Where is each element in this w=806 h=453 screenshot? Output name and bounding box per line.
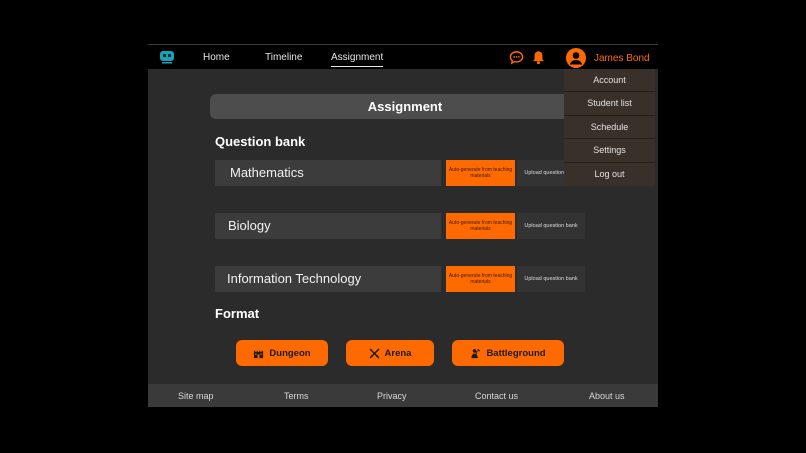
page-title: Assignment: [210, 94, 600, 119]
footer-terms[interactable]: Terms: [284, 391, 309, 401]
subject-row: Information Technology Auto-generate fro…: [215, 266, 585, 292]
footer: Site map Terms Privacy Contact us About …: [148, 384, 658, 407]
upload-question-bank-button[interactable]: Upload question bank: [517, 213, 585, 239]
question-bank-heading: Question bank: [215, 134, 306, 149]
subject-row: Mathematics Auto-generate from teaching …: [215, 160, 585, 186]
arena-button[interactable]: Arena: [346, 340, 434, 366]
bell-icon[interactable]: [531, 50, 546, 65]
footer-site-map[interactable]: Site map: [178, 391, 214, 401]
user-name[interactable]: James Bond: [594, 53, 650, 64]
footer-contact-us[interactable]: Contact us: [475, 391, 518, 401]
menu-item-settings[interactable]: Settings: [564, 139, 655, 163]
dungeon-label: Dungeon: [269, 347, 311, 359]
menu-item-schedule[interactable]: Schedule: [564, 116, 655, 140]
dungeon-button[interactable]: Dungeon: [236, 340, 328, 366]
subject-name: Biology: [215, 213, 441, 239]
soldier-icon: [471, 348, 481, 358]
arena-label: Arena: [384, 347, 412, 359]
nav-home[interactable]: Home: [203, 52, 230, 63]
menu-item-account[interactable]: Account: [564, 69, 655, 93]
nav-assignment[interactable]: Assignment: [331, 52, 384, 67]
auto-generate-button[interactable]: Auto-generate from teaching materials: [446, 266, 515, 292]
menu-item-student-list[interactable]: Student list: [564, 92, 655, 116]
footer-privacy[interactable]: Privacy: [377, 391, 407, 401]
chat-bubble-icon[interactable]: [509, 50, 524, 65]
logo-icon[interactable]: [158, 48, 176, 66]
top-nav: Home Timeline Assignment James Bond: [148, 44, 658, 69]
subject-row: Biology Auto-generate from teaching mate…: [215, 213, 585, 239]
crossed-swords-icon: [369, 348, 379, 358]
menu-item-log-out[interactable]: Log out: [564, 163, 655, 186]
user-dropdown-menu: Account Student list Schedule Settings L…: [564, 69, 655, 186]
format-heading: Format: [215, 306, 260, 321]
footer-about-us[interactable]: About us: [589, 391, 625, 401]
user-avatar-icon[interactable]: [566, 48, 586, 68]
battleground-label: Battleground: [486, 347, 546, 359]
app-window: Home Timeline Assignment James Bond Acco…: [148, 44, 658, 407]
battleground-button[interactable]: Battleground: [452, 340, 564, 366]
auto-generate-button[interactable]: Auto-generate from teaching materials: [446, 160, 515, 186]
subject-name: Information Technology: [215, 266, 441, 292]
subject-name: Mathematics: [215, 160, 441, 186]
auto-generate-button[interactable]: Auto-generate from teaching materials: [446, 213, 515, 239]
upload-question-bank-button[interactable]: Upload question bank: [517, 266, 585, 292]
castle-icon: [254, 350, 264, 358]
nav-timeline[interactable]: Timeline: [265, 52, 302, 63]
